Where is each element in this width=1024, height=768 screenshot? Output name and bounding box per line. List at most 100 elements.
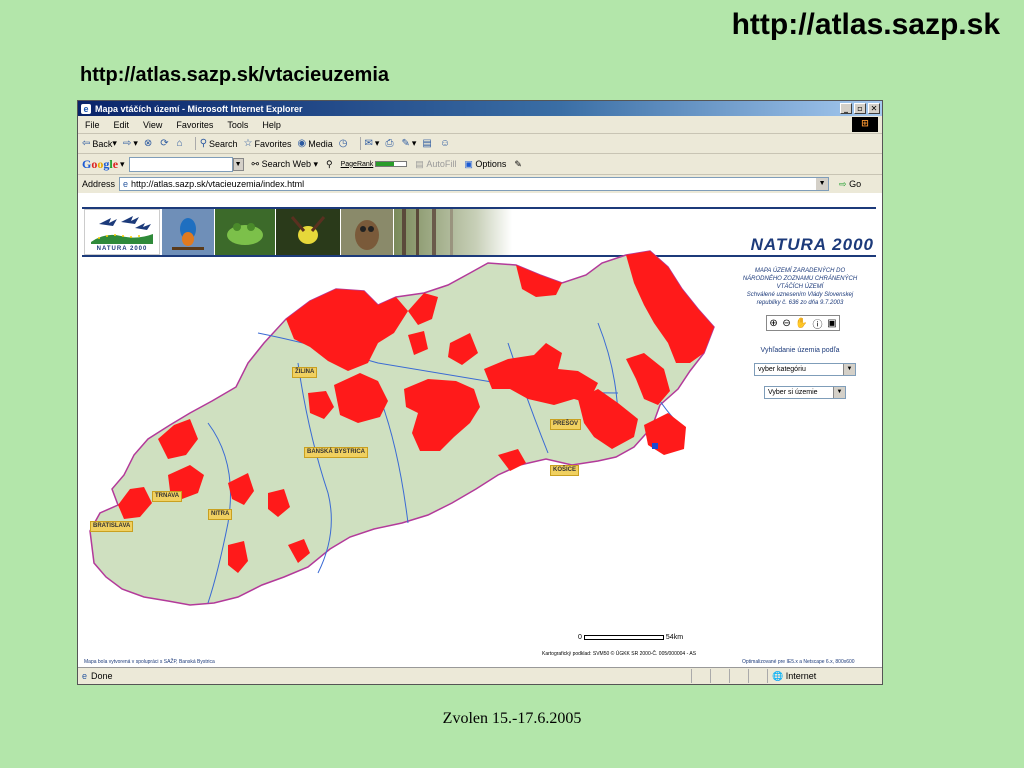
zoom-out-icon[interactable]: ⊖	[782, 318, 790, 329]
discuss-button[interactable]: ▤	[422, 138, 433, 149]
city-label-zilina[interactable]: ŽILINA	[292, 367, 318, 378]
zoom-in-icon[interactable]: ⊕	[769, 318, 777, 329]
go-button[interactable]: ⇨ Go	[839, 179, 861, 190]
options-button[interactable]: ▣ Options	[464, 159, 506, 170]
address-url: http://atlas.sazp.sk/vtacieuzemia/index.…	[131, 179, 305, 189]
scale-bar-line	[583, 635, 664, 640]
home-button[interactable]: ⌂	[177, 138, 185, 149]
search-web-label: Search Web	[261, 159, 311, 169]
go-arrow-icon: ⇨	[839, 178, 847, 189]
map-info-panel: MAPA ÚZEMÍ ZARADENÝCH DO NÁRODNÉHO ZOZNA…	[718, 267, 882, 307]
address-dropdown[interactable]: ▼	[816, 178, 829, 190]
lake	[652, 443, 658, 449]
minimize-button[interactable]: _	[840, 103, 852, 114]
city-label-bratislava[interactable]: BRATISLAVA	[90, 521, 134, 532]
print-map-icon[interactable]: ▣	[827, 318, 836, 329]
binoculars-icon: ⚯	[251, 158, 260, 169]
pan-hand-icon[interactable]: ✋	[795, 318, 807, 329]
site-search-icon: ⚲	[326, 158, 333, 169]
media-icon: ◉	[297, 138, 307, 149]
history-button[interactable]: ◷	[339, 138, 350, 149]
google-toolbar: Google ▾ ▼ ⚯ Search Web ▾ ⚲ PageRank ▤ Au…	[78, 154, 882, 175]
natura-2000-title: NATURA 2000	[750, 235, 874, 254]
messenger-icon: ☺	[439, 138, 451, 149]
category-select[interactable]: vyber kategóriu ▼	[754, 363, 856, 376]
slovakia-map[interactable]	[78, 193, 718, 623]
menu-view[interactable]: View	[136, 120, 169, 130]
highlight-button[interactable]: ✎	[514, 159, 522, 170]
area-select[interactable]: Vyber si územie ▼	[764, 386, 846, 399]
close-button[interactable]: ✕	[868, 103, 880, 114]
info-line: VTÁČÍCH ÚZEMÍ	[776, 284, 824, 290]
city-label-kosice[interactable]: KOŠICE	[550, 465, 580, 476]
area-select-value: Vyber si územie	[768, 389, 818, 396]
google-logo[interactable]: Google	[82, 157, 118, 172]
windows-logo-icon: ⊞	[852, 117, 878, 132]
menu-file[interactable]: File	[78, 120, 107, 130]
menu-tools[interactable]: Tools	[220, 120, 255, 130]
menu-edit[interactable]: Edit	[107, 120, 137, 130]
city-label-trnava[interactable]: TRNAVA	[152, 491, 183, 502]
address-label: Address	[82, 179, 116, 189]
media-button[interactable]: ◉ Media	[298, 138, 333, 149]
menu-help[interactable]: Help	[255, 120, 288, 130]
discuss-icon: ▤	[422, 138, 432, 149]
google-menu-chevron-icon[interactable]: ▾	[120, 159, 125, 170]
zone-label: Internet	[785, 671, 817, 681]
search-by-label: Vyhľadanie územia podľa	[760, 347, 840, 354]
search-web-button[interactable]: ⚯ Search Web ▾	[252, 159, 318, 170]
stop-icon: ⊗	[143, 138, 153, 149]
stop-button[interactable]: ⊗	[144, 138, 154, 149]
status-pane	[710, 669, 729, 683]
print-button[interactable]: ⎙	[385, 138, 395, 149]
search-button[interactable]: ⚲ Search	[200, 138, 238, 149]
slide-subtitle: http://atlas.sazp.sk/vtacieuzemia	[80, 64, 390, 86]
scale-start: 0	[578, 634, 582, 641]
pagerank-indicator: PageRank	[341, 161, 408, 168]
favorites-button[interactable]: ☆ Favorites	[244, 138, 292, 149]
footer-left-note: Mapa bola vytvorená v spolupráci s SAŽP,…	[84, 659, 215, 665]
search-icon: ⚲	[199, 138, 208, 149]
standard-toolbar: ⇦ Back ▾ ⇨ ▾ ⊗ ⟳ ⌂ ⚲ Search ☆ Favorites ◉ Med…	[78, 134, 882, 154]
city-label-presov[interactable]: PREŠOV	[550, 419, 582, 430]
back-button[interactable]: ⇦ Back ▾	[82, 138, 117, 149]
status-pane	[729, 669, 748, 683]
edit-button[interactable]: ✎ ▾	[401, 138, 416, 149]
google-search-dropdown[interactable]: ▼	[232, 157, 244, 171]
category-select-value: vyber kategóriu	[758, 366, 806, 373]
address-input[interactable]: e http://atlas.sazp.sk/vtacieuzemia/inde…	[119, 177, 830, 191]
map-tools: ⊕ ⊖ ✋ ⓘ ▣	[766, 315, 840, 331]
maximize-button[interactable]: ▫	[854, 103, 866, 114]
slide-footer: Zvolen 15.-17.6.2005	[442, 710, 582, 727]
menu-bar: File Edit View Favorites Tools Help ⊞	[78, 116, 882, 134]
home-icon: ⌂	[176, 138, 183, 149]
status-text: Done	[91, 671, 113, 681]
info-icon[interactable]: ⓘ	[813, 316, 823, 331]
forward-arrow-icon: ⇨	[122, 138, 132, 149]
forward-button[interactable]: ⇨ ▾	[123, 138, 138, 149]
page-done-icon: e	[82, 671, 88, 681]
search-site-button[interactable]: ⚲	[326, 159, 333, 170]
google-search-input[interactable]	[128, 156, 233, 172]
browser-window: e Mapa vtáčích území - Microsoft Interne…	[77, 100, 883, 685]
messenger-button[interactable]: ☺	[440, 138, 452, 149]
window-title: Mapa vtáčích území - Microsoft Internet …	[95, 103, 303, 114]
city-label-nitra[interactable]: NITRA	[208, 509, 233, 520]
page-icon: e	[123, 179, 129, 189]
history-icon: ◷	[338, 138, 348, 149]
search-label: Search	[209, 138, 238, 149]
refresh-button[interactable]: ⟳	[160, 138, 170, 149]
pagerank-bar	[375, 161, 408, 167]
options-label: Options	[475, 159, 507, 169]
media-label: Media	[308, 138, 333, 149]
scale-bar: 0 54km	[578, 634, 683, 641]
menu-favorites[interactable]: Favorites	[169, 120, 220, 130]
mail-button[interactable]: ✉ ▾	[365, 138, 380, 149]
city-label-banska-bystrica[interactable]: BANSKÁ BYSTRICA	[304, 447, 369, 458]
page-content: NATURA 2000 NATURA 2000 ŽILINA BANSKÁ BY…	[78, 193, 882, 668]
scale-end: 54km	[665, 634, 684, 641]
autofill-button[interactable]: ▤ AutoFill	[415, 159, 456, 170]
security-zone: 🌐 Internet	[767, 669, 882, 683]
edit-icon: ✎	[401, 138, 410, 149]
toolbar-separator	[194, 137, 196, 150]
